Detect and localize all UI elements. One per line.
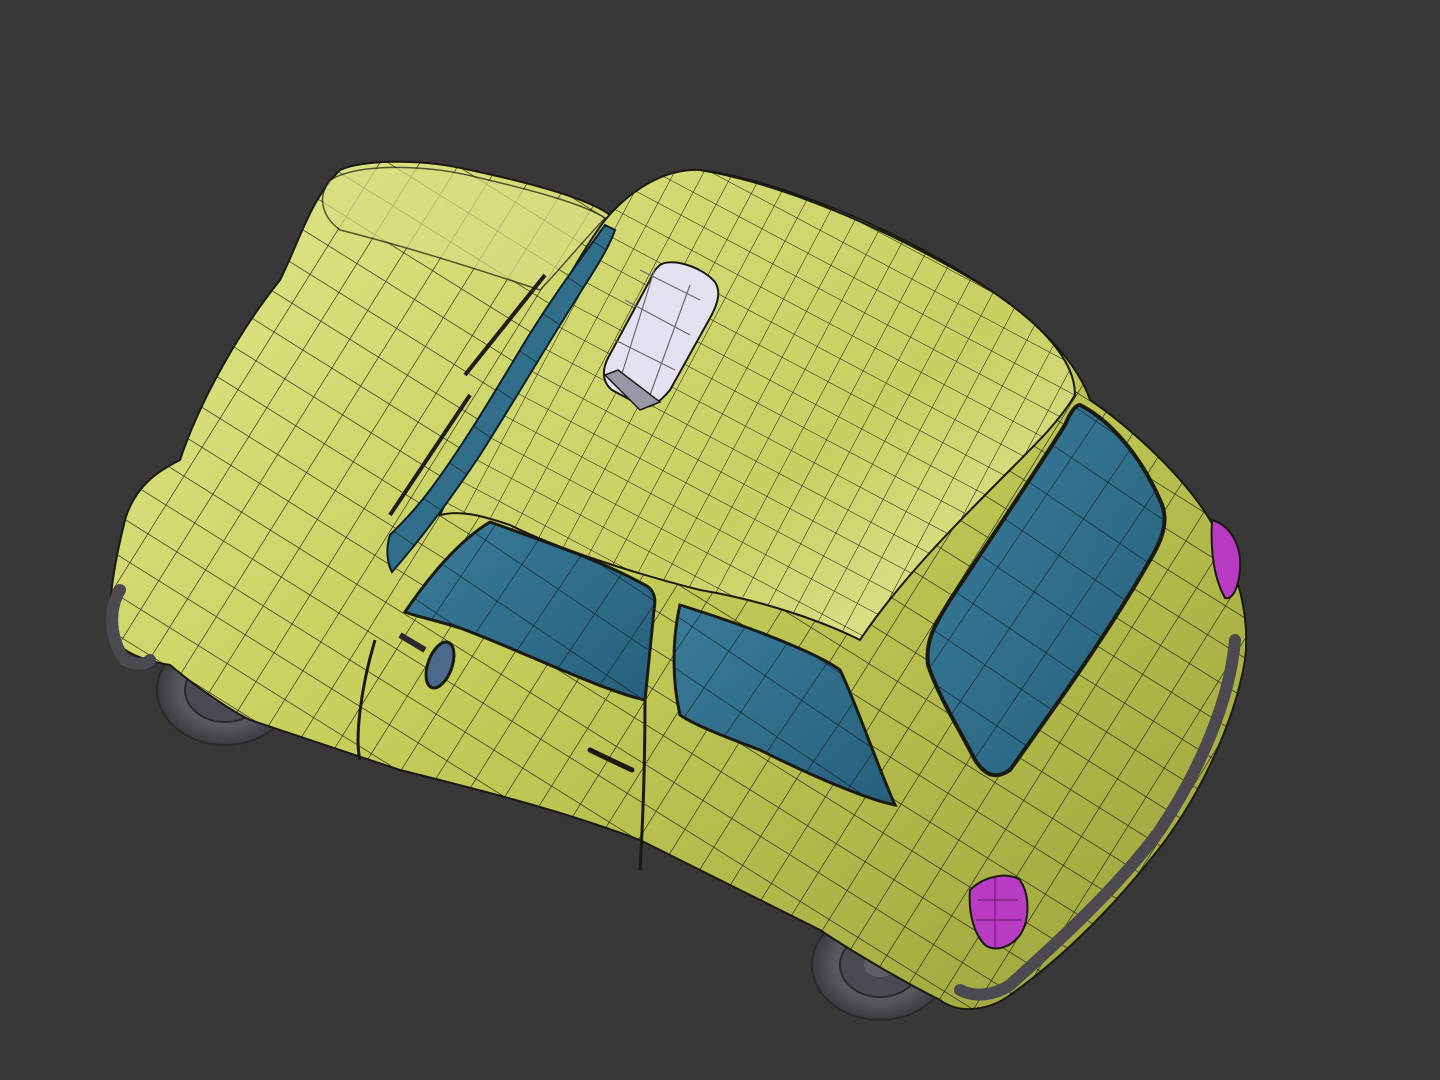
tail-light: [968, 874, 1029, 950]
3d-viewport[interactable]: [0, 0, 1440, 1080]
car-model-render[interactable]: [0, 0, 1440, 1080]
